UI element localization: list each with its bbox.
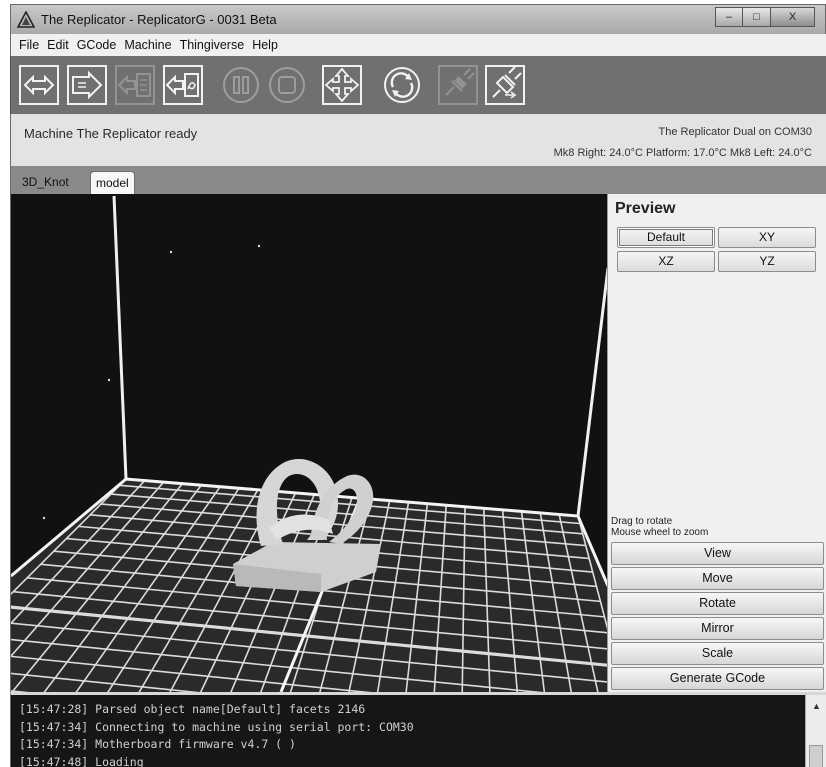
build-volume-back-left-edge xyxy=(112,195,128,480)
console-line: [15:47:34] Connecting to machine using s… xyxy=(19,719,414,734)
maximize-button[interactable]: □ xyxy=(743,7,771,27)
build-button[interactable] xyxy=(19,65,59,105)
build-volume-back-right-edge xyxy=(576,267,607,517)
mirror-button[interactable]: Mirror xyxy=(611,617,824,640)
console-scrollbar[interactable]: ▲ xyxy=(805,692,826,767)
menu-thingiverse[interactable]: Thingiverse xyxy=(176,38,249,52)
disconnect-button[interactable] xyxy=(485,65,525,105)
upload-to-sd-button[interactable] xyxy=(115,65,155,105)
close-button[interactable]: X xyxy=(771,7,815,27)
menu-file[interactable]: File xyxy=(15,38,43,52)
reset-icon xyxy=(384,67,420,103)
generate-gcode-button[interactable]: Generate GCode xyxy=(611,667,824,690)
console-line: [15:47:28] Parsed object name[Default] f… xyxy=(19,702,366,716)
preview-yz-button[interactable]: YZ xyxy=(718,251,816,272)
preview-xz-button[interactable]: XZ xyxy=(617,251,715,272)
scroll-up-arrow-icon[interactable]: ▲ xyxy=(812,701,821,711)
tab-model[interactable]: model xyxy=(90,171,135,194)
scale-button[interactable]: Scale xyxy=(611,642,824,665)
tab-3d-knot[interactable]: 3D_Knot xyxy=(17,171,74,194)
window-title: The Replicator - ReplicatorG - 0031 Beta xyxy=(41,12,277,27)
upload-to-sd-icon xyxy=(115,65,155,105)
preview-xy-button[interactable]: XY xyxy=(718,227,816,248)
control-panel-button[interactable] xyxy=(322,65,362,105)
disconnect-icon xyxy=(485,65,525,105)
machine-status-message: Machine The Replicator ready xyxy=(24,126,198,141)
mouse-wheel-zoom-hint: Mouse wheel to zoom xyxy=(611,527,709,538)
build-icon xyxy=(19,65,59,105)
menu-help[interactable]: Help xyxy=(248,38,282,52)
console-line: [15:47:48] Loading xyxy=(19,754,144,767)
build-to-file-button[interactable] xyxy=(67,65,107,105)
scroll-thumb[interactable] xyxy=(809,745,823,767)
console-line: [15:47:34] Motherboard firmware v4.7 ( ) xyxy=(19,737,296,751)
model-3d-viewport[interactable] xyxy=(10,194,607,692)
preview-title: Preview xyxy=(615,200,676,217)
menu-gcode[interactable]: GCode xyxy=(73,38,121,52)
title-bar: The Replicator - ReplicatorG - 0031 Beta… xyxy=(10,4,826,34)
build-volume-scene xyxy=(11,195,607,692)
window-controls: – □ X xyxy=(715,7,815,27)
pause-button[interactable] xyxy=(221,65,261,105)
replicatorg-app-icon xyxy=(17,11,35,28)
reset-button[interactable] xyxy=(382,65,422,105)
pause-icon xyxy=(223,67,259,103)
menu-machine[interactable]: Machine xyxy=(120,38,175,52)
view-button[interactable]: View xyxy=(611,542,824,565)
stop-button[interactable] xyxy=(267,65,307,105)
connect-button[interactable] xyxy=(438,65,478,105)
machine-status-bar: Machine The Replicator ready The Replica… xyxy=(10,114,826,166)
minimize-button[interactable]: – xyxy=(715,7,743,27)
preview-default-button[interactable]: Default xyxy=(617,227,715,248)
connect-icon xyxy=(438,65,478,105)
build-from-sd-icon xyxy=(163,65,203,105)
drag-to-rotate-hint: Drag to rotate xyxy=(611,516,673,527)
rotate-button[interactable]: Rotate xyxy=(611,592,824,615)
stop-icon xyxy=(269,67,305,103)
menu-edit[interactable]: Edit xyxy=(43,38,73,52)
toolbar xyxy=(10,56,826,114)
menu-bar: File Edit GCode Machine Thingiverse Help xyxy=(10,34,826,56)
move-button[interactable]: Move xyxy=(611,567,824,590)
view-control-panel: Preview Default XY XZ YZ Drag to rotate … xyxy=(607,194,826,692)
temperature-readout: Mk8 Right: 24.0°C Platform: 17.0°C Mk8 L… xyxy=(553,147,812,159)
build-from-sd-button[interactable] xyxy=(163,65,203,105)
control-panel-icon xyxy=(322,65,362,105)
machine-connection-label: The Replicator Dual on COM30 xyxy=(658,126,812,138)
file-tab-strip: 3D_Knot model xyxy=(10,166,826,194)
build-to-file-icon xyxy=(67,65,107,105)
console-log[interactable]: [15:47:28] Parsed object name[Default] f… xyxy=(10,692,805,767)
